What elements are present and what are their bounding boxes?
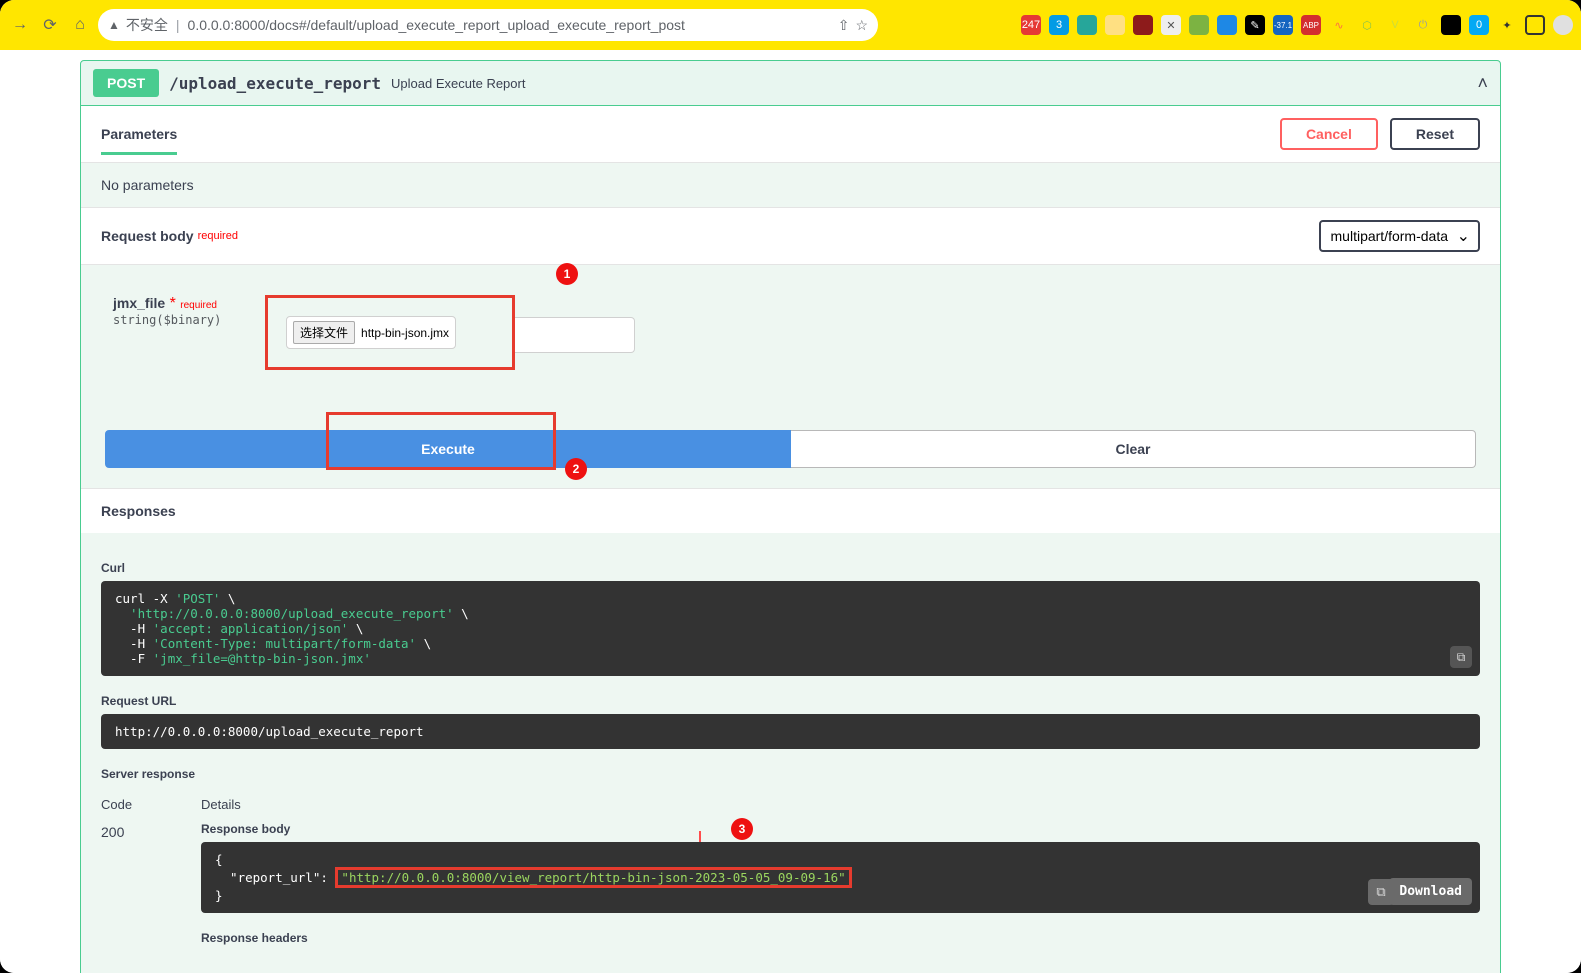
execute-row: 2 Execute Clear [81, 380, 1500, 488]
operation-header[interactable]: POST /upload_execute_report Upload Execu… [81, 61, 1500, 106]
file-input[interactable]: 选择文件 http-bin-json.jmx [286, 316, 456, 349]
ext-icon[interactable]: ⏻ [1413, 15, 1433, 35]
insecure-icon: ▲ [108, 18, 120, 32]
browser-toolbar: → ⟳ ⌂ ▲ 不安全 | 0.0.0.0:8000/docs#/default… [0, 0, 1581, 50]
clear-button[interactable]: Clear [791, 430, 1476, 468]
request-body-area: 1 jmx_file * required string($binary) [81, 265, 1500, 380]
responses-header: Responses [81, 488, 1500, 533]
home-icon[interactable]: ⌂ [68, 13, 92, 37]
share-icon[interactable]: ⇧ [838, 17, 850, 34]
request-url-block[interactable]: http://0.0.0.0:8000/upload_execute_repor… [101, 714, 1480, 749]
ext-icon[interactable]: 0 [1469, 15, 1489, 35]
curl-block[interactable]: curl -X 'POST' \ 'http://0.0.0.0:8000/up… [101, 581, 1480, 676]
ext-icon[interactable]: -37.1 [1273, 15, 1293, 35]
file-input-highlight: 选择文件 http-bin-json.jmx [265, 295, 515, 370]
param-row: jmx_file * required string($binary) 选择文件… [105, 295, 1476, 370]
ext-icon[interactable] [1441, 15, 1461, 35]
chevron-up-icon[interactable]: ˄ [1477, 73, 1488, 94]
callout-1: 1 [556, 263, 578, 285]
request-body-label: Request body [101, 228, 194, 244]
callout-2: 2 [565, 458, 587, 480]
execute-button[interactable]: Execute [105, 430, 791, 468]
required-label: required [198, 230, 238, 242]
method-badge: POST [93, 69, 159, 97]
url-text: 0.0.0.0:8000/docs#/default/upload_execut… [188, 17, 685, 33]
tab-parameters[interactable]: Parameters [101, 126, 177, 155]
operation-summary: Upload Execute Report [391, 76, 525, 91]
no-parameters-label: No parameters [81, 163, 1500, 207]
choose-file-button[interactable]: 选择文件 [293, 321, 355, 344]
response-columns: Code Details [101, 797, 1480, 812]
response-details: Response body 3 { "report_url": "http://… [201, 822, 1480, 951]
server-response-label: Server response [101, 767, 1480, 781]
extensions-icon[interactable]: ✦ [1497, 15, 1517, 35]
ext-icon[interactable]: ✎ [1245, 15, 1265, 35]
ext-icon[interactable]: ∿ [1329, 15, 1349, 35]
insecure-label: 不安全 [126, 15, 168, 35]
profile-avatar[interactable] [1553, 15, 1573, 35]
ext-icon[interactable] [1189, 15, 1209, 35]
response-body-label: Response body [201, 822, 1480, 836]
operation-block: POST /upload_execute_report Upload Execu… [80, 60, 1501, 973]
code-col-header: Code [101, 797, 161, 812]
ext-icon[interactable]: 247 [1021, 15, 1041, 35]
reload-icon[interactable]: ⟳ [38, 13, 62, 37]
file-input-tail [515, 317, 635, 353]
content-type-select[interactable]: multipart/form-data [1319, 220, 1480, 252]
response-body-block[interactable]: { "report_url": "http://0.0.0.0:8000/vie… [201, 842, 1480, 913]
report-url-value: "http://0.0.0.0:8000/view_report/http-bi… [341, 870, 845, 885]
response-row: 200 Response body 3 { "report_url": "htt… [101, 822, 1480, 951]
bookmark-icon[interactable]: ☆ [855, 17, 868, 34]
ext-icon[interactable]: ⬡ [1357, 15, 1377, 35]
ext-icon[interactable] [1217, 15, 1237, 35]
forward-icon[interactable]: → [8, 13, 32, 37]
ext-icon[interactable] [1105, 15, 1125, 35]
request-body-bar: Request body required multipart/form-dat… [81, 207, 1500, 265]
panel-icon[interactable] [1525, 15, 1545, 35]
curl-label: Curl [101, 561, 1480, 575]
request-url-label: Request URL [101, 694, 1480, 708]
response-headers-label: Response headers [201, 931, 1480, 945]
reset-button[interactable]: Reset [1390, 118, 1480, 150]
param-name-col: jmx_file * required string($binary) [105, 295, 245, 327]
copy-icon[interactable]: ⧉ [1450, 646, 1472, 668]
page-content: POST /upload_execute_report Upload Execu… [0, 50, 1581, 973]
param-name: jmx_file [113, 295, 165, 311]
responses-area: Curl curl -X 'POST' \ 'http://0.0.0.0:80… [81, 533, 1500, 973]
param-required: required [180, 300, 217, 311]
param-type: string($binary) [113, 313, 245, 327]
address-bar[interactable]: ▲ 不安全 | 0.0.0.0:8000/docs#/default/uploa… [98, 9, 878, 41]
operation-path: /upload_execute_report [169, 74, 381, 93]
extension-icons: 247 3 ✕ ✎ -37.1 ABP ∿ ⬡ V ⏻ 0 ✦ [1021, 15, 1573, 35]
ext-icon[interactable]: 3 [1049, 15, 1069, 35]
ext-icon[interactable] [1133, 15, 1153, 35]
cancel-button[interactable]: Cancel [1280, 118, 1378, 150]
parameters-bar: Parameters Cancel Reset [81, 106, 1500, 163]
selected-filename: http-bin-json.jmx [361, 326, 449, 340]
response-code: 200 [101, 822, 161, 951]
callout-3: 3 [731, 818, 753, 840]
ext-icon[interactable]: V [1385, 15, 1405, 35]
download-button[interactable]: Download [1389, 878, 1472, 905]
ext-icon[interactable] [1077, 15, 1097, 35]
ext-icon[interactable]: ✕ [1161, 15, 1181, 35]
report-url-highlight: "http://0.0.0.0:8000/view_report/http-bi… [335, 867, 851, 888]
ext-icon[interactable]: ABP [1301, 15, 1321, 35]
details-col-header: Details [201, 797, 241, 812]
